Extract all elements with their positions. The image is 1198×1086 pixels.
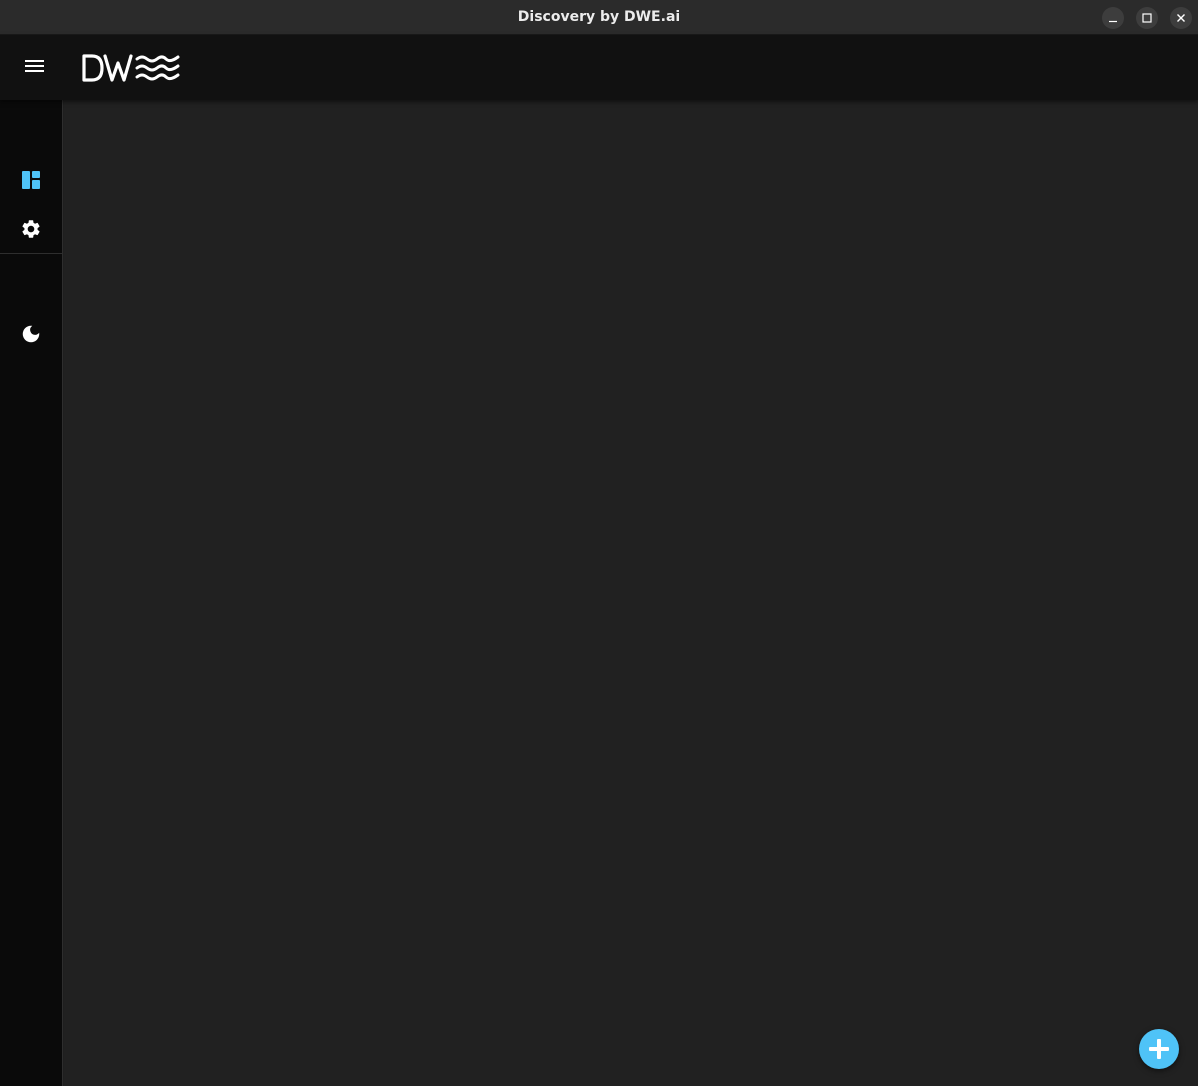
dwe-logo xyxy=(82,52,182,88)
maximize-button[interactable] xyxy=(1136,7,1158,29)
close-button[interactable] xyxy=(1170,7,1192,29)
sidebar-item-settings[interactable] xyxy=(11,209,51,249)
menu-button[interactable] xyxy=(15,48,55,88)
hamburger-menu-icon xyxy=(25,60,44,72)
theme-toggle-button[interactable] xyxy=(11,314,51,354)
window-titlebar[interactable]: Discovery by DWE.ai xyxy=(0,0,1198,35)
gear-icon xyxy=(22,220,40,238)
sidebar-divider xyxy=(0,253,62,254)
minimize-button[interactable] xyxy=(1102,7,1124,29)
close-icon xyxy=(1177,14,1185,22)
add-button[interactable] xyxy=(1139,1029,1179,1069)
plus-icon xyxy=(1149,1039,1169,1059)
sidebar xyxy=(0,100,63,1086)
minimize-icon xyxy=(1109,20,1117,23)
app-header xyxy=(0,35,1198,100)
sidebar-item-dashboard[interactable] xyxy=(11,160,51,200)
maximize-icon xyxy=(1142,13,1152,23)
main-content xyxy=(64,100,1198,1086)
dashboard-icon xyxy=(22,171,40,189)
moon-icon xyxy=(22,325,40,343)
window-title: Discovery by DWE.ai xyxy=(517,9,681,25)
